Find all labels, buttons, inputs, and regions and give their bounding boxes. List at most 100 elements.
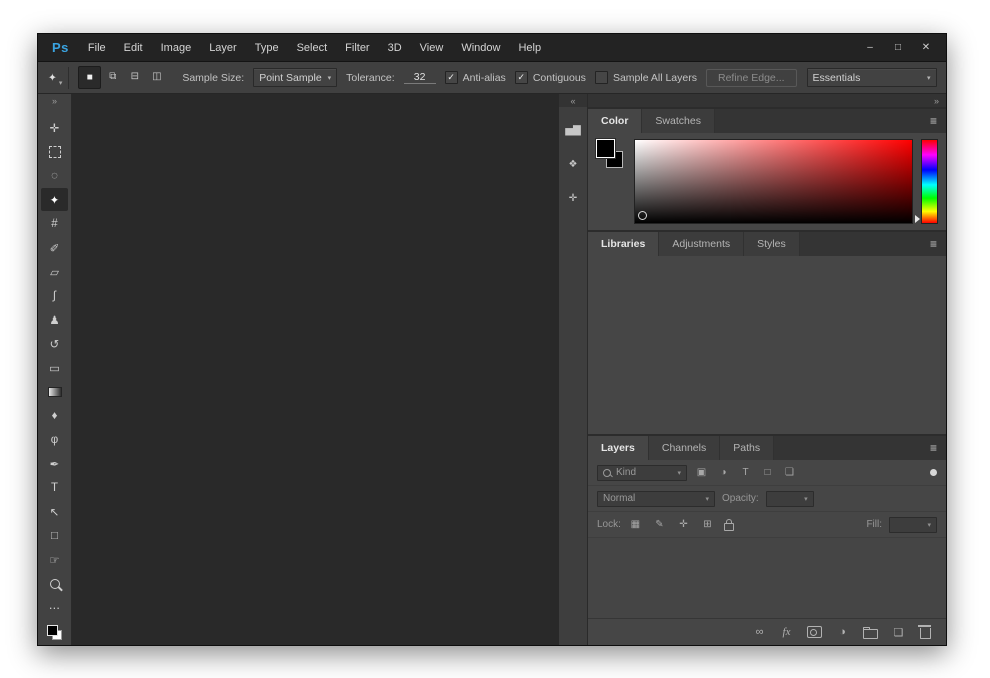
eraser-tool[interactable]: ▭ [41, 356, 68, 379]
menu-edit[interactable]: Edit [115, 34, 152, 61]
panel-menu-icon[interactable]: ≡ [930, 109, 946, 133]
layers-lock-row: Lock: ▦ ✎ ✛ ⊞ Fill: ▾ [588, 512, 946, 538]
lasso-tool[interactable]: ◌ [41, 164, 68, 187]
info-panel-icon[interactable]: ✛ [562, 187, 584, 209]
new-selection-button[interactable]: ■ [78, 66, 102, 89]
magic-wand-tool[interactable]: ✦ [41, 188, 68, 211]
type-layer-filter-icon[interactable]: T [738, 467, 753, 478]
smart-object-filter-icon[interactable]: ❏ [782, 467, 797, 478]
history-brush-tool[interactable]: ↺ [41, 332, 68, 355]
panel-menu-icon[interactable]: ≡ [930, 436, 946, 460]
workspace-dropdown[interactable]: Essentials ▾ [806, 68, 937, 87]
layer-filter-kind-dropdown[interactable]: Kind ▾ [597, 464, 687, 481]
tab-paths[interactable]: Paths [720, 436, 775, 460]
menu-type[interactable]: Type [246, 34, 288, 61]
minimize-button[interactable]: – [856, 37, 884, 59]
menu-image[interactable]: Image [152, 34, 201, 61]
edit-toolbar-button[interactable]: ⋯ [41, 596, 68, 619]
blur-tool[interactable]: ♦ [41, 404, 68, 427]
foreground-color-swatch[interactable] [596, 139, 615, 158]
brush-tool[interactable]: ∫ [41, 284, 68, 307]
menu-3d[interactable]: 3D [379, 34, 411, 61]
saturation-brightness-field[interactable] [634, 139, 913, 224]
eyedropper-tool[interactable]: ✐ [41, 236, 68, 259]
fill-dropdown[interactable]: ▾ [889, 516, 937, 533]
layers-blend-row: Normal ▾ Opacity: ▾ [588, 486, 946, 512]
hue-ramp[interactable] [915, 139, 938, 224]
tool-preset-picker[interactable]: ✦ ▾ [48, 66, 70, 89]
dock-expand-button[interactable]: « [559, 94, 587, 107]
move-tool[interactable]: ✛ [41, 116, 68, 139]
hue-slider-marker[interactable] [915, 215, 920, 223]
lock-all-icon[interactable] [723, 518, 734, 531]
path-selection-tool[interactable]: ↖ [41, 500, 68, 523]
delete-layer-icon[interactable] [918, 625, 932, 639]
blend-mode-dropdown[interactable]: Normal ▾ [597, 490, 715, 507]
tab-adjustments[interactable]: Adjustments [659, 232, 745, 256]
magnifier-icon [49, 578, 60, 589]
anti-alias-checkbox[interactable]: Anti-alias [444, 71, 506, 84]
lock-artboard-icon[interactable]: ⊞ [700, 519, 715, 530]
tolerance-input[interactable]: 32 [403, 71, 436, 84]
foreground-background-swatches[interactable] [47, 625, 62, 640]
refine-edge-button[interactable]: Refine Edge... [705, 68, 797, 87]
rectangle-tool[interactable]: □ [41, 524, 68, 547]
lock-transparent-pixels-icon[interactable]: ▦ [628, 519, 643, 530]
menu-layer[interactable]: Layer [200, 34, 246, 61]
shape-layer-filter-icon[interactable]: □ [760, 467, 775, 478]
healing-brush-icon: ▱ [50, 266, 59, 279]
menu-help[interactable]: Help [509, 34, 550, 61]
menu-filter[interactable]: Filter [336, 34, 378, 61]
lock-position-icon[interactable]: ✛ [676, 519, 691, 530]
contiguous-checkbox[interactable]: Contiguous [514, 71, 586, 84]
layer-mask-icon[interactable] [807, 626, 822, 638]
foreground-color-swatch[interactable] [47, 625, 58, 636]
gradient-tool[interactable] [41, 380, 68, 403]
toolbar-collapse-button[interactable]: » [38, 94, 71, 107]
spot-healing-brush-tool[interactable]: ▱ [41, 260, 68, 283]
adjustment-layer-filter-icon[interactable]: ◑ [716, 467, 731, 478]
panels-collapse-button[interactable]: » [588, 94, 946, 107]
menu-file[interactable]: File [79, 34, 115, 61]
menu-window[interactable]: Window [452, 34, 509, 61]
intersect-selection-button[interactable]: ◫ [146, 66, 167, 87]
menu-view[interactable]: View [411, 34, 453, 61]
opacity-dropdown[interactable]: ▾ [765, 490, 814, 507]
type-tool[interactable]: T [41, 476, 68, 499]
menu-select[interactable]: Select [288, 34, 337, 61]
tab-layers[interactable]: Layers [588, 436, 649, 460]
layer-effects-icon[interactable]: fx [780, 626, 793, 638]
sample-all-layers-checkbox[interactable]: Sample All Layers [594, 71, 697, 84]
lock-image-pixels-icon[interactable]: ✎ [652, 519, 667, 530]
tab-styles[interactable]: Styles [744, 232, 800, 256]
layer-group-icon[interactable] [863, 625, 878, 639]
dodge-tool[interactable]: φ [41, 428, 68, 451]
color-foreground-background[interactable] [596, 139, 626, 224]
add-to-selection-button[interactable]: ⧉ [102, 66, 123, 87]
pen-tool[interactable]: ✒ [41, 452, 68, 475]
tab-color[interactable]: Color [588, 109, 643, 133]
tab-swatches[interactable]: Swatches [642, 109, 715, 133]
clone-stamp-tool[interactable]: ♟ [41, 308, 68, 331]
sample-size-dropdown[interactable]: Point Sample ▾ [253, 68, 338, 87]
color-picker-ring[interactable] [638, 211, 647, 220]
tab-channels[interactable]: Channels [648, 436, 721, 460]
adjustment-layer-icon[interactable]: ◑ [836, 626, 849, 638]
panel-menu-icon[interactable]: ≡ [930, 232, 946, 256]
new-layer-icon[interactable]: ❏ [892, 626, 905, 639]
hand-tool[interactable]: ☞ [41, 548, 68, 571]
pixel-layer-filter-icon[interactable]: ▣ [694, 467, 709, 478]
maximize-button[interactable]: □ [884, 37, 912, 59]
canvas[interactable] [72, 94, 559, 645]
tab-libraries[interactable]: Libraries [588, 232, 660, 256]
zoom-tool[interactable] [41, 572, 68, 595]
close-button[interactable]: ✕ [912, 37, 940, 59]
crop-tool[interactable]: # [41, 212, 68, 235]
subtract-from-selection-button[interactable]: ⊟ [124, 66, 145, 87]
properties-panel-icon[interactable]: ❖ [562, 153, 584, 175]
filter-toggle-icon[interactable] [930, 469, 937, 476]
layer-list[interactable] [588, 538, 946, 618]
rectangular-marquee-tool[interactable] [41, 140, 68, 163]
link-layers-icon[interactable]: ∞ [753, 626, 766, 638]
histogram-panel-icon[interactable]: ▅▇ [562, 119, 584, 141]
